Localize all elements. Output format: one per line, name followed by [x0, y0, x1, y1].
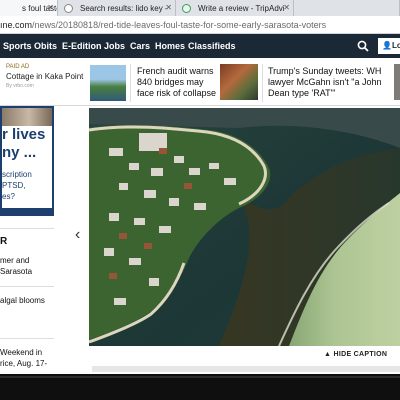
- nav-item-obits[interactable]: Obits: [34, 41, 57, 51]
- photo-caption-bar: ▲ HIDE CAPTION: [66, 346, 400, 364]
- paid-ad-label: PAID AD: [6, 64, 30, 70]
- tab-label: Search results: lido key -: [80, 4, 168, 13]
- story-text[interactable]: rice, Aug. 17-: [0, 359, 47, 368]
- tripadvisor-icon: [182, 4, 191, 13]
- promo-story-bridges[interactable]: French audit warns 840 bridges may face …: [134, 62, 260, 104]
- divider: [0, 286, 54, 287]
- divider: [262, 64, 263, 102]
- site-nav: Sports Obits E-Edition Jobs Cars Homes C…: [0, 34, 400, 58]
- hide-caption-label: HIDE CAPTION: [333, 351, 388, 358]
- page-icon: [64, 4, 73, 13]
- login-button[interactable]: 👤Lo: [378, 38, 400, 54]
- promo-thumbnail: [394, 64, 400, 100]
- left-sidebar: r lives ny ... scription PTSD, es? R mer…: [0, 106, 66, 368]
- story-text[interactable]: Weekend in: [0, 348, 42, 357]
- nav-item-homes[interactable]: Homes: [155, 41, 185, 51]
- tab-new[interactable]: [294, 0, 400, 16]
- tab-tripadvisor-review[interactable]: Write a review - TripAdvi ✕: [176, 0, 294, 16]
- nav-item-cars[interactable]: Cars: [130, 41, 150, 51]
- bottom-band: [0, 374, 400, 400]
- nav-item-sports[interactable]: Sports: [3, 41, 32, 51]
- browser-tab-bar: s foul taste ✕ Search results: lido key …: [0, 0, 400, 16]
- login-label: Lo: [391, 41, 400, 50]
- divider: [130, 64, 131, 102]
- url-path: /news/20180818/red-tide-leaves-foul-tast…: [32, 20, 327, 30]
- promo-title: French audit warns 840 bridges may face …: [137, 66, 217, 98]
- section-heading: R: [0, 236, 8, 247]
- ad-photo: [2, 108, 52, 126]
- tab-red-tide[interactable]: s foul taste ✕: [0, 0, 58, 16]
- ad-headline: ny ...: [2, 144, 37, 161]
- aerial-photo: [89, 108, 400, 346]
- ad-footer-bar: [2, 208, 52, 214]
- nav-item-classifieds[interactable]: Classifieds: [188, 41, 236, 51]
- sponsored-source: By vrbo.com: [6, 83, 34, 89]
- address-bar[interactable]: ıne.com/news/20180818/red-tide-leaves-fo…: [0, 16, 400, 34]
- sponsored-thumbnail: [90, 65, 126, 101]
- aerial-photo-image: [89, 108, 400, 346]
- ad-headline: r lives: [2, 126, 46, 143]
- tab-icon: [300, 4, 309, 13]
- nav-item-e-edition[interactable]: E-Edition: [62, 41, 102, 51]
- divider: [0, 228, 54, 229]
- story-link[interactable]: algal blooms: [0, 296, 45, 305]
- ad-text: PTSD,: [2, 181, 26, 190]
- promo-story-mcgahn[interactable]: Trump's Sunday tweets: WH lawyer McGahn …: [266, 62, 400, 104]
- story-text[interactable]: Sarasota: [0, 267, 32, 276]
- hide-caption-button[interactable]: ▲ HIDE CAPTION: [324, 351, 387, 358]
- sponsored-title: Cottage in Kaka Point: [6, 72, 84, 81]
- search-icon[interactable]: [357, 40, 369, 52]
- user-icon: 👤: [382, 41, 392, 50]
- sidebar-ad[interactable]: r lives ny ... scription PTSD, es?: [0, 106, 54, 216]
- sponsored-link[interactable]: PAID AD Cottage in Kaka Point By vrbo.co…: [0, 62, 128, 104]
- close-icon[interactable]: ✕: [47, 3, 54, 12]
- ad-text: scription: [2, 170, 32, 179]
- previous-photo-arrow[interactable]: ‹: [75, 226, 80, 244]
- story-text[interactable]: mer and: [0, 256, 29, 265]
- ad-text: es?: [2, 192, 15, 201]
- url-host: ıne.com: [0, 20, 33, 30]
- promo-title: Trump's Sunday tweets: WH lawyer McGahn …: [268, 66, 382, 98]
- caption-text-clipped: [92, 366, 400, 372]
- promo-strip: PAID AD Cottage in Kaka Point By vrbo.co…: [0, 58, 400, 106]
- tab-search-results[interactable]: Search results: lido key - ✕: [58, 0, 176, 16]
- close-icon[interactable]: ✕: [165, 3, 172, 12]
- divider: [0, 338, 54, 339]
- tab-label: Write a review - TripAdvi: [198, 4, 285, 13]
- promo-thumbnail: [220, 64, 258, 100]
- nav-item-jobs[interactable]: Jobs: [104, 41, 125, 51]
- close-icon[interactable]: ✕: [283, 3, 290, 12]
- divider: [0, 376, 400, 378]
